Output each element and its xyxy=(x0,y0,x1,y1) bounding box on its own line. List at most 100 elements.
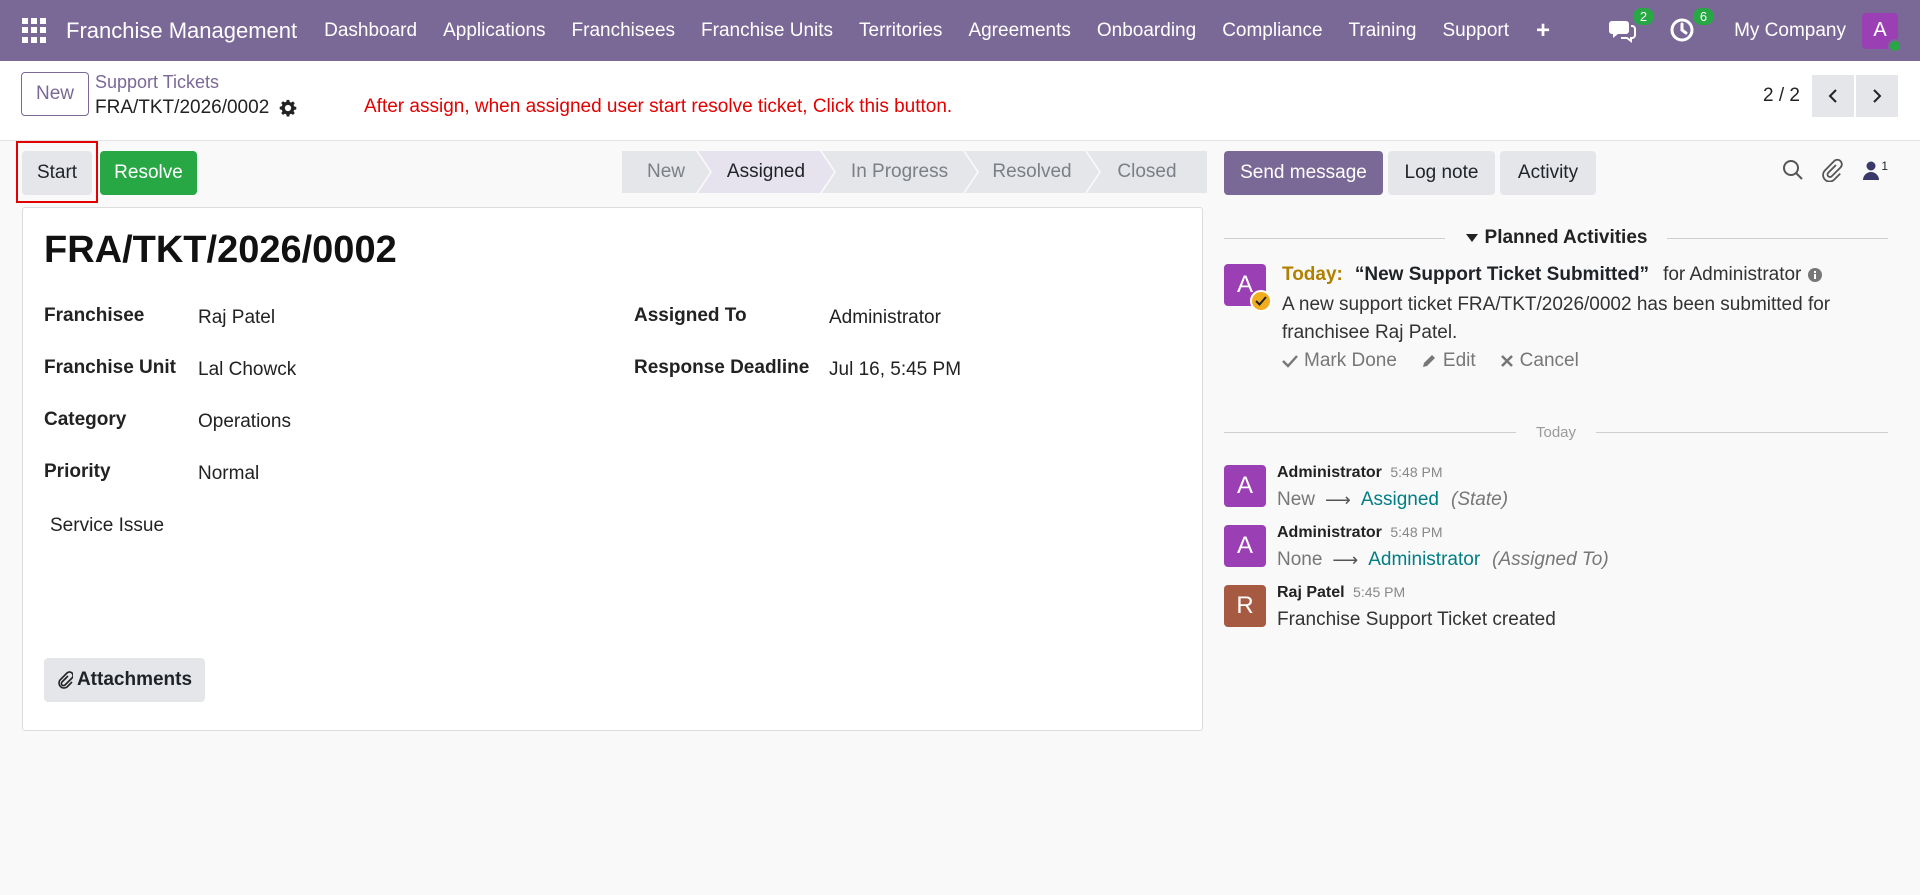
assigned-to-label: Assigned To xyxy=(634,305,747,326)
activity-assignee: for Administrator xyxy=(1663,264,1802,285)
message-author-name[interactable]: Administrator xyxy=(1277,464,1382,481)
online-status-dot xyxy=(1888,38,1902,53)
message-time: 5:48 PM xyxy=(1390,464,1443,480)
activity-avatar: A xyxy=(1224,264,1272,312)
tracking-old-value: None xyxy=(1277,549,1323,570)
pager-value[interactable]: 2 / 2 xyxy=(1763,85,1800,107)
cancel-activity-button[interactable]: Cancel xyxy=(1500,350,1579,372)
message-author-name[interactable]: Administrator xyxy=(1277,524,1382,541)
franchise-unit-label: Franchise Unit xyxy=(44,357,176,378)
top-navbar: Franchise Management Dashboard Applicati… xyxy=(0,0,1920,61)
stage-closed[interactable]: Closed xyxy=(1087,151,1207,193)
attachments-label: Attachments xyxy=(76,669,193,690)
menu-dashboard[interactable]: Dashboard xyxy=(311,20,430,42)
paperclip-icon[interactable] xyxy=(1821,158,1845,182)
menu-onboarding[interactable]: Onboarding xyxy=(1084,20,1209,42)
planned-activities-toggle[interactable]: Planned Activities xyxy=(1445,227,1668,249)
franchisee-field[interactable]: Raj Patel xyxy=(198,307,275,329)
menu-franchisees[interactable]: Franchisees xyxy=(559,20,689,42)
apps-grid-icon[interactable] xyxy=(22,17,48,44)
planned-activities-divider: Planned Activities xyxy=(1224,227,1888,249)
mark-done-button[interactable]: Mark Done xyxy=(1282,350,1397,372)
message-avatar[interactable]: A xyxy=(1224,525,1266,567)
attachments-button[interactable]: Attachments xyxy=(44,658,205,702)
user-initial: A xyxy=(1873,19,1887,41)
priority-field[interactable]: Normal xyxy=(198,463,259,485)
control-panel: New Support Tickets FRA/TKT/2026/0002 Af… xyxy=(0,61,1920,141)
tracking-field: (State) xyxy=(1451,489,1509,510)
breadcrumb-current: FRA/TKT/2026/0002 xyxy=(95,97,297,119)
search-icon[interactable] xyxy=(1781,158,1805,182)
company-switcher[interactable]: My Company xyxy=(1734,20,1846,42)
message-tracking: New ⟶ Assigned (State) xyxy=(1277,489,1508,511)
activity-button[interactable]: Activity xyxy=(1500,151,1596,195)
instruction-annotation: After assign, when assigned user start r… xyxy=(364,96,953,117)
arrow-right-icon: ⟶ xyxy=(1325,489,1351,510)
log-note-button[interactable]: Log note xyxy=(1388,151,1495,195)
message-time: 5:45 PM xyxy=(1353,584,1406,600)
menu-agreements[interactable]: Agreements xyxy=(955,20,1083,42)
menu-compliance[interactable]: Compliance xyxy=(1209,20,1335,42)
divider-line xyxy=(1224,237,1445,239)
subject-field[interactable]: Service Issue xyxy=(50,515,164,537)
message-author: Raj Patel 5:45 PM xyxy=(1277,584,1405,602)
messages-icon[interactable]: 2 xyxy=(1608,7,1655,46)
messages-count-badge: 2 xyxy=(1632,7,1655,25)
activity-description: A new support ticket FRA/TKT/2026/0002 h… xyxy=(1282,294,1831,343)
followers-button[interactable]: 1 xyxy=(1861,159,1888,181)
app-brand[interactable]: Franchise Management xyxy=(66,18,297,44)
menu-franchise-units[interactable]: Franchise Units xyxy=(688,20,846,42)
pager-next-button[interactable] xyxy=(1856,75,1898,117)
assigned-to-field[interactable]: Administrator xyxy=(829,307,941,329)
form-sheet: FRA/TKT/2026/0002 Franchisee Raj Patel F… xyxy=(22,207,1203,731)
chevron-left-icon xyxy=(1828,89,1837,103)
activities-clock-icon[interactable]: 6 xyxy=(1668,7,1715,46)
message-tracking: None ⟶ Administrator (Assigned To) xyxy=(1277,549,1609,571)
breadcrumb-support-tickets[interactable]: Support Tickets xyxy=(95,72,219,93)
gear-icon[interactable] xyxy=(279,99,297,117)
menu-support[interactable]: Support xyxy=(1429,20,1522,42)
close-icon xyxy=(1500,355,1513,367)
user-avatar[interactable]: A xyxy=(1862,12,1902,53)
message-avatar[interactable]: A xyxy=(1224,465,1266,507)
category-field[interactable]: Operations xyxy=(198,411,291,433)
paperclip-icon xyxy=(58,671,73,689)
planned-activities-label: Planned Activities xyxy=(1484,227,1648,248)
menu-applications[interactable]: Applications xyxy=(430,20,558,42)
menu-training[interactable]: Training xyxy=(1336,20,1430,42)
priority-label: Priority xyxy=(44,461,111,482)
franchise-unit-field[interactable]: Lal Chowck xyxy=(198,359,296,381)
send-message-button[interactable]: Send message xyxy=(1224,151,1383,195)
stage-new[interactable]: New xyxy=(622,151,710,193)
stage-resolved[interactable]: Resolved xyxy=(965,151,1099,193)
category-label: Category xyxy=(44,409,127,430)
new-record-button[interactable]: New xyxy=(21,72,89,116)
stage-in-progress[interactable]: In Progress xyxy=(822,151,977,193)
record-title: FRA/TKT/2026/0002 xyxy=(44,229,397,271)
message-avatar[interactable]: R xyxy=(1224,585,1266,627)
pencil-icon xyxy=(1422,355,1435,367)
message-author-name[interactable]: Raj Patel xyxy=(1277,584,1345,601)
systray: 2 6 My Company A xyxy=(1594,0,1920,61)
menu-plus-icon[interactable]: + xyxy=(1522,17,1564,45)
tracking-old-value: New xyxy=(1277,489,1316,510)
activity-actions: Mark Done Edit Cancel xyxy=(1282,350,1603,372)
menu-territories[interactable]: Territories xyxy=(846,20,955,42)
today-label: Today xyxy=(1535,424,1577,441)
edit-activity-button[interactable]: Edit xyxy=(1421,350,1476,372)
activities-count-badge: 6 xyxy=(1692,7,1715,25)
divider-line xyxy=(1596,432,1888,433)
main-menu: Dashboard Applications Franchisees Franc… xyxy=(311,17,1564,45)
stage-assigned[interactable]: Assigned xyxy=(698,151,834,193)
pager-previous-button[interactable] xyxy=(1812,75,1854,117)
activity-header: Today: “New Support Ticket Submitted” fo… xyxy=(1282,264,1823,286)
edit-label: Edit xyxy=(1442,350,1476,371)
start-button[interactable]: Start xyxy=(22,151,92,195)
divider-line xyxy=(1224,432,1516,433)
resolve-button[interactable]: Resolve xyxy=(100,151,197,195)
info-icon[interactable] xyxy=(1807,267,1823,283)
mark-done-label: Mark Done xyxy=(1304,350,1397,371)
message-time: 5:48 PM xyxy=(1390,524,1443,540)
user-icon xyxy=(1863,161,1880,180)
response-deadline-field[interactable]: Jul 16, 5:45 PM xyxy=(829,359,961,381)
